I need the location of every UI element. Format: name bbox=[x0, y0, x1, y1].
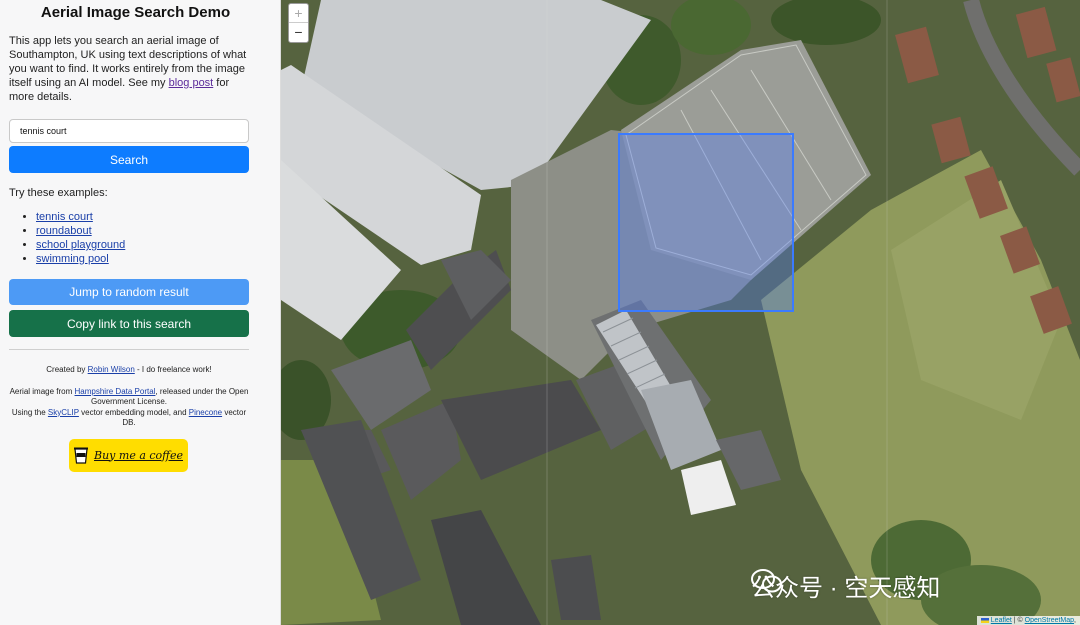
list-item: swimming pool bbox=[36, 252, 248, 266]
divider bbox=[9, 349, 249, 350]
page-title: Aerial Image Search Demo bbox=[40, 4, 231, 21]
aerial-map[interactable]: + − 公众号 · 空天感知 Leaflet | © OpenStreetMap… bbox=[281, 0, 1080, 625]
attribution-separator: | © bbox=[1011, 617, 1025, 624]
example-link-swimming-pool[interactable]: swimming pool bbox=[36, 253, 109, 265]
credit-prefix: Created by bbox=[46, 365, 88, 374]
openstreetmap-link[interactable]: OpenStreetMap bbox=[1025, 617, 1074, 624]
sidebar: Aerial Image Search Demo This app lets y… bbox=[0, 0, 281, 625]
random-result-button[interactable]: Jump to random result bbox=[9, 279, 249, 305]
hampshire-data-portal-link[interactable]: Hampshire Data Portal bbox=[75, 387, 156, 396]
data-credit: Aerial image from Hampshire Data Portal,… bbox=[9, 387, 249, 429]
using-prefix: Using the bbox=[11, 407, 48, 417]
leaflet-link[interactable]: Leaflet bbox=[991, 617, 1012, 624]
wechat-icon bbox=[751, 569, 782, 593]
copy-link-button[interactable]: Copy link to this search bbox=[9, 310, 249, 337]
search-result-box[interactable] bbox=[618, 133, 794, 312]
buy-me-a-coffee-button[interactable]: Buy me a coffee bbox=[69, 438, 188, 472]
watermark: 公众号 · 空天感知 bbox=[751, 568, 940, 603]
using-mid: vector embedding model, and bbox=[78, 407, 189, 417]
credit-suffix: - I do freelance work! bbox=[134, 365, 212, 374]
coffee-label: Buy me a coffee bbox=[94, 448, 183, 462]
search-input[interactable] bbox=[9, 119, 249, 143]
zoom-control: + − bbox=[288, 3, 309, 43]
skyclip-link[interactable]: SkyCLIP bbox=[48, 408, 79, 417]
attribution-end: , bbox=[1074, 617, 1076, 624]
zoom-out-button[interactable]: − bbox=[289, 23, 308, 42]
author-link[interactable]: Robin Wilson bbox=[88, 365, 135, 374]
flag-icon bbox=[980, 617, 989, 623]
intro-text: This app lets you search an aerial image… bbox=[9, 34, 248, 104]
list-item: roundabout bbox=[36, 224, 248, 238]
aerial-prefix: Aerial image from bbox=[9, 386, 75, 396]
aerial-imagery bbox=[281, 0, 1080, 625]
created-by-credit: Created by Robin Wilson - I do freelance… bbox=[9, 365, 249, 376]
example-link-roundabout[interactable]: roundabout bbox=[36, 225, 92, 237]
pinecone-link[interactable]: Pinecone bbox=[189, 408, 222, 417]
coffee-cup-icon bbox=[74, 447, 89, 464]
list-item: school playground bbox=[36, 238, 248, 252]
examples-list: tennis court roundabout school playgroun… bbox=[9, 210, 248, 266]
example-link-school-playground[interactable]: school playground bbox=[36, 239, 125, 251]
map-attribution: Leaflet | © OpenStreetMap, bbox=[976, 616, 1080, 625]
search-button[interactable]: Search bbox=[9, 146, 249, 173]
example-link-tennis-court[interactable]: tennis court bbox=[36, 211, 93, 223]
list-item: tennis court bbox=[36, 210, 248, 224]
blog-post-link[interactable]: blog post bbox=[169, 77, 214, 89]
examples-label: Try these examples: bbox=[9, 187, 108, 199]
zoom-in-button[interactable]: + bbox=[289, 4, 308, 23]
